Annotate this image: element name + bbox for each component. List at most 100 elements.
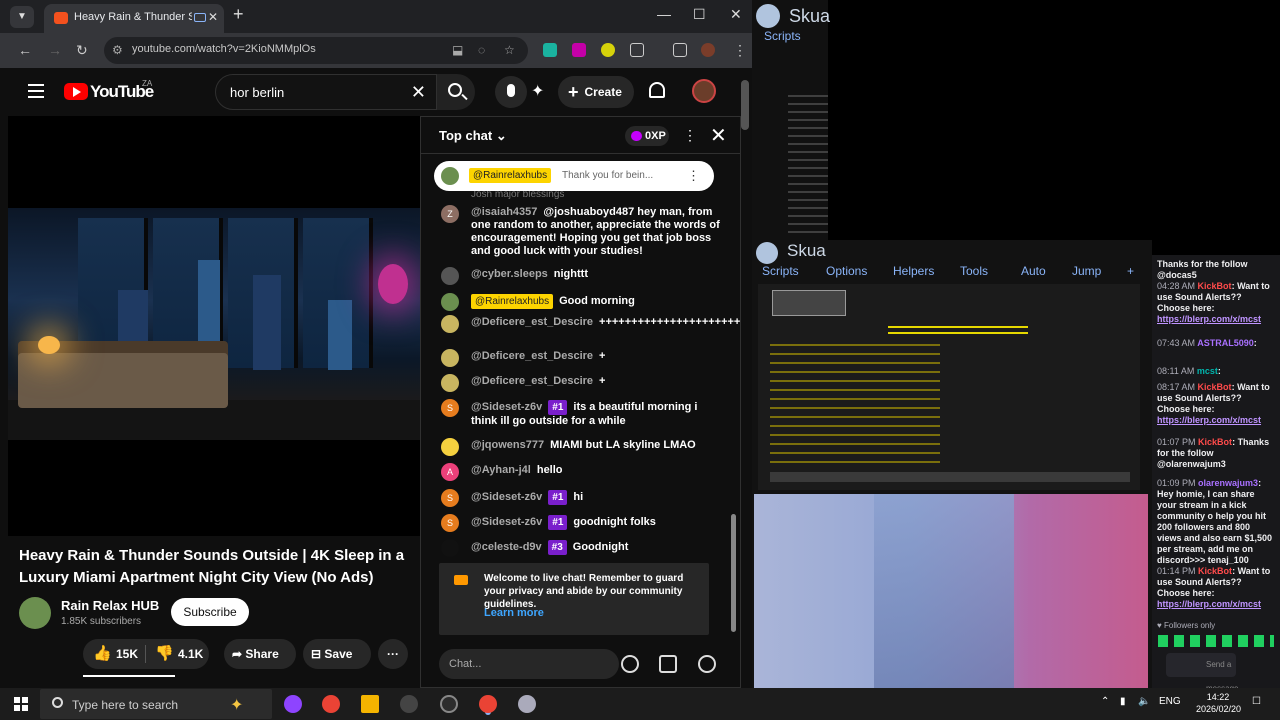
menu-tools[interactable]: Tools: [960, 264, 988, 278]
clear-search-icon[interactable]: ✕: [411, 82, 426, 103]
extension-3-icon[interactable]: [601, 43, 615, 57]
battery-icon[interactable]: ▮: [1120, 696, 1126, 707]
chrome-icon[interactable]: [322, 695, 340, 713]
message-user[interactable]: ASTRAL5090: [1197, 338, 1254, 348]
forward-arrow-icon[interactable]: →: [48, 42, 62, 58]
new-tab-button[interactable]: +: [233, 4, 244, 25]
chat-author[interactable]: @isaiah4357: [471, 206, 537, 218]
search-button[interactable]: [437, 74, 475, 110]
xp-badge[interactable]: 0XP: [625, 126, 669, 146]
notifications-icon[interactable]: ☐: [1252, 696, 1261, 707]
system-clock[interactable]: 14:22 2026/02/20: [1196, 691, 1241, 715]
voice-search-mic-icon[interactable]: [495, 76, 527, 108]
chat-author[interactable]: @Sideset-z6v: [471, 516, 542, 528]
chat-author[interactable]: @Sideset-z6v: [471, 491, 542, 503]
message-link[interactable]: https://blerp.com/x/mcst: [1157, 415, 1261, 425]
pinned-message[interactable]: @Rainrelaxhubs Thank you for bein... ⋮: [434, 161, 714, 191]
chat-author[interactable]: @Sideset-z6v: [471, 401, 542, 413]
scroll-thumb[interactable]: [731, 514, 736, 632]
channel-avatar[interactable]: [19, 597, 51, 629]
more-actions-button[interactable]: ···: [378, 639, 408, 669]
file-explorer-icon[interactable]: [361, 695, 379, 713]
message-user[interactable]: KickBot: [1198, 437, 1232, 447]
show-hidden-icons[interactable]: ⌃: [1101, 696, 1109, 707]
heart-icon[interactable]: [698, 655, 716, 673]
copilot-icon[interactable]: [284, 695, 302, 713]
save-button[interactable]: ⊟ Save: [303, 639, 371, 669]
message-user[interactable]: KickBot: [1198, 281, 1232, 291]
message-user[interactable]: olarenwajum3: [1198, 478, 1258, 488]
message-user[interactable]: mcst: [1197, 366, 1218, 376]
youtube-logo-icon[interactable]: [64, 83, 88, 100]
menu-options[interactable]: Options: [826, 264, 867, 278]
thumbs-down-icon[interactable]: 👎: [155, 639, 174, 669]
bookmark-star-icon[interactable]: ☆: [504, 43, 515, 57]
page-scrollbar[interactable]: [741, 80, 749, 130]
browser-tab-active[interactable]: Heavy Rain & Thunder Sou ✕: [44, 4, 224, 33]
pinned-more-icon[interactable]: ⋮: [687, 168, 700, 184]
send-message-input[interactable]: Send a message: [1166, 653, 1238, 693]
menu-jump[interactable]: Jump: [1072, 264, 1101, 278]
menu-auto[interactable]: Auto: [1021, 264, 1046, 278]
emoji-icon[interactable]: [621, 655, 639, 673]
app-icon[interactable]: [440, 695, 458, 713]
chat-author[interactable]: @Deficere_est_Descire: [471, 350, 593, 362]
menu-scripts[interactable]: Scripts: [762, 264, 799, 278]
scripts-menu[interactable]: Scripts: [764, 29, 801, 43]
like-count[interactable]: 15K: [116, 639, 138, 669]
taskbar-search[interactable]: Type here to search ✦: [40, 689, 272, 719]
account-avatar[interactable]: [692, 79, 716, 103]
subscribe-button[interactable]: Subscribe: [171, 598, 249, 626]
chat-input[interactable]: Chat...: [439, 649, 619, 679]
chat-author[interactable]: @cyber.sleeps: [471, 268, 548, 280]
search-input[interactable]: hor berlin ✕: [215, 74, 437, 110]
video-frame[interactable]: [8, 208, 420, 440]
address-bar[interactable]: ⚙ youtube.com/watch?v=2KioNMMplOs ⬓ ◌ ☆: [104, 37, 528, 64]
maximize-button[interactable]: ☐: [693, 6, 706, 23]
channel-name[interactable]: Rain Relax HUB: [61, 598, 159, 613]
skua-app-icon[interactable]: [518, 695, 536, 713]
menu-add[interactable]: +: [1127, 264, 1134, 278]
extension-1-icon[interactable]: [543, 43, 557, 57]
thumbs-up-icon[interactable]: 👍: [93, 639, 112, 669]
profile-avatar[interactable]: [701, 43, 715, 57]
ai-assistant-icon[interactable]: ✦: [531, 81, 544, 101]
chat-scrollbar[interactable]: [729, 157, 736, 635]
reload-icon[interactable]: ↻: [76, 42, 88, 59]
chat-author[interactable]: @Deficere_est_Descire: [471, 316, 593, 328]
chrome-menu-icon[interactable]: ⋮: [733, 42, 747, 59]
chrome-active-icon[interactable]: [479, 695, 497, 713]
language-indicator[interactable]: ENG: [1159, 696, 1181, 707]
create-button[interactable]: + Create: [558, 76, 634, 108]
close-window-button[interactable]: ✕: [730, 6, 742, 23]
install-app-icon[interactable]: ⬓: [452, 43, 463, 57]
speaker-icon[interactable]: 🔈: [1138, 696, 1150, 707]
chat-author[interactable]: @celeste-d9v: [471, 541, 542, 553]
chat-author[interactable]: @Deficere_est_Descire: [471, 375, 593, 387]
extension-2-icon[interactable]: [572, 43, 586, 57]
game-action-bar[interactable]: [770, 472, 1130, 482]
message-link[interactable]: https://blerp.com/x/mcst: [1157, 599, 1261, 609]
close-tab-icon[interactable]: ✕: [208, 10, 218, 24]
minimize-button[interactable]: —: [657, 6, 671, 22]
hamburger-menu-icon[interactable]: [28, 84, 44, 98]
reading-list-icon[interactable]: [673, 43, 687, 57]
share-button[interactable]: ➦ Share: [224, 639, 296, 669]
chat-author[interactable]: @jqowens777: [471, 439, 544, 451]
learn-more-link[interactable]: Learn more: [484, 607, 544, 619]
message-link[interactable]: https://blerp.com/x/mcst: [1157, 314, 1261, 324]
tab-search-button[interactable]: ▼: [10, 6, 34, 28]
chat-more-icon[interactable]: ⋮: [683, 127, 697, 144]
obs-icon[interactable]: [400, 695, 418, 713]
chat-mode-dropdown[interactable]: Top chat ⌄: [439, 128, 507, 144]
super-chat-icon[interactable]: [659, 655, 677, 673]
windows-start-icon[interactable]: [14, 697, 28, 711]
notifications-bell-icon[interactable]: [649, 82, 665, 98]
video-player[interactable]: [8, 116, 420, 536]
extensions-puzzle-icon[interactable]: [630, 43, 644, 57]
message-user[interactable]: KickBot: [1198, 566, 1232, 576]
close-chat-icon[interactable]: ✕: [710, 123, 727, 148]
site-info-icon[interactable]: ⚙: [112, 43, 123, 57]
eye-off-icon[interactable]: ◌: [478, 43, 485, 57]
message-user[interactable]: KickBot: [1198, 382, 1232, 392]
